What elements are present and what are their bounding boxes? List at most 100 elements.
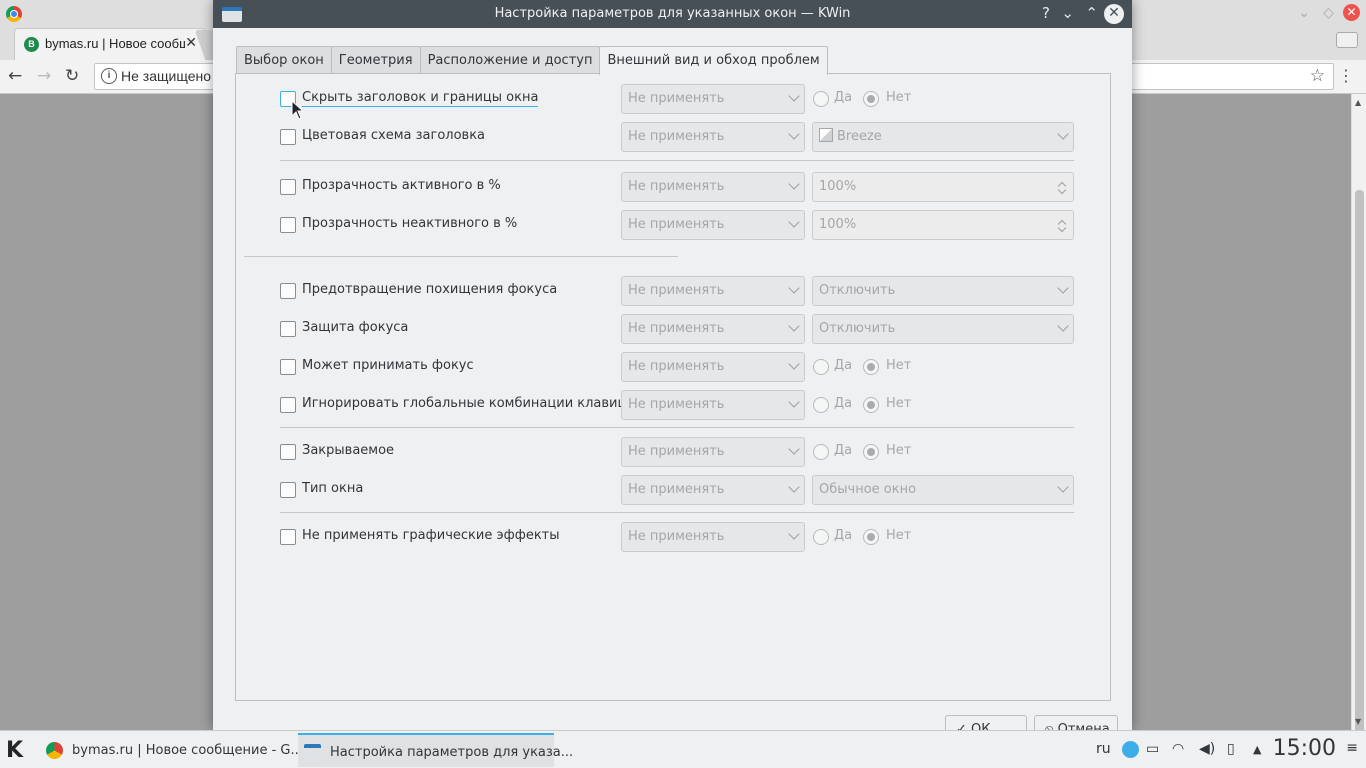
value-select[interactable]: Отключить (812, 314, 1074, 344)
policy-select[interactable]: Не применять (621, 390, 805, 420)
back-icon[interactable]: ← (8, 66, 22, 86)
chevron-down-icon (1057, 481, 1069, 493)
page-scrollbar[interactable]: ▲ ▼ (1351, 94, 1366, 768)
rule-checkbox[interactable] (280, 283, 296, 299)
keyboard-layout[interactable]: ru (1096, 741, 1111, 757)
ok-button-label: ОК (971, 722, 991, 730)
task-browser[interactable]: bymas.ru | Новое сообщение - G... (40, 733, 303, 767)
rule-checkbox[interactable] (280, 179, 296, 195)
browser-tab-title: bymas.ru | Новое сообщение (45, 36, 185, 51)
radio-yes-label: Да (834, 358, 853, 373)
policy-value: Не применять (628, 321, 725, 336)
policy-select[interactable]: Не применять (621, 437, 805, 467)
policy-select[interactable]: Не применять (621, 314, 805, 344)
tab-placement[interactable]: Расположение и доступ (419, 46, 601, 74)
window-type-select[interactable]: Обычное окно (812, 475, 1074, 505)
panel-menu-icon[interactable]: ≡ (1346, 740, 1358, 756)
info-icon[interactable]: i (101, 68, 117, 84)
dialog-titlebar[interactable]: Настройка параметров для указанных окон … (213, 0, 1132, 28)
radio-no[interactable] (863, 359, 879, 375)
radio-no[interactable] (863, 529, 879, 545)
rule-row-focus-stealing: Предотвращение похищения фокуса Не приме… (236, 276, 1112, 306)
tab-geometry[interactable]: Геометрия (330, 46, 421, 74)
policy-select[interactable]: Не применять (621, 352, 805, 382)
rule-checkbox[interactable] (280, 482, 296, 498)
rule-label: Цветовая схема заголовка (302, 128, 486, 143)
policy-select[interactable]: Не применять (621, 122, 805, 152)
radio-yes[interactable] (813, 529, 829, 545)
rule-checkbox[interactable] (280, 397, 296, 413)
tab-window-matching[interactable]: Выбор окон (236, 46, 332, 74)
restore-icon[interactable]: ◇ (1323, 5, 1334, 21)
policy-select[interactable]: Не применять (621, 210, 805, 240)
rule-row-titlebar-color: Цветовая схема заголовка Не применять Br… (236, 122, 1112, 152)
rule-checkbox[interactable] (280, 529, 296, 545)
tab-appearance[interactable]: Внешний вид и обход проблем (599, 46, 828, 75)
rule-label: Тип окна (302, 481, 364, 496)
opacity-value: 100% (819, 217, 857, 232)
opacity-spinbox[interactable]: 100% (812, 210, 1074, 240)
policy-select[interactable]: Не применять (621, 172, 805, 202)
scroll-up-icon[interactable]: ▲ (1355, 98, 1361, 107)
browser-menu-icon[interactable]: ⋮ (1338, 66, 1354, 85)
rule-checkbox[interactable] (280, 129, 296, 145)
wifi-icon[interactable]: ◠ (1172, 741, 1184, 757)
taskbar: K bymas.ru | Новое сообщение - G... Наст… (0, 730, 1366, 768)
cancel-button[interactable]: ⦸ Отмена (1034, 715, 1118, 730)
clipboard-icon[interactable]: ▯ (1227, 741, 1235, 757)
policy-select[interactable]: Не применять (621, 522, 805, 552)
radio-yes[interactable] (813, 444, 829, 460)
rule-checkbox[interactable] (280, 359, 296, 375)
clock[interactable]: 15:00 (1273, 736, 1336, 761)
updates-icon[interactable] (1122, 741, 1139, 758)
scroll-down-icon[interactable]: ▼ (1355, 717, 1361, 726)
rule-checkbox[interactable] (280, 217, 296, 233)
maximize-icon[interactable]: ⌃ (1085, 4, 1098, 22)
radio-no[interactable] (863, 444, 879, 460)
minimize-icon[interactable]: ⌄ (1298, 5, 1310, 21)
rule-label: Не применять графические эффекты (302, 528, 560, 543)
rule-row-no-border: Скрыть заголовок и границы окна Не приме… (236, 84, 1112, 114)
chevron-down-icon (1057, 128, 1069, 140)
select-value: Отключить (819, 321, 896, 336)
profile-icon[interactable] (1336, 32, 1358, 48)
browser-close-icon[interactable]: ✕ (1343, 4, 1360, 21)
opacity-spinbox[interactable]: 100% (812, 172, 1074, 202)
tray-expand-icon[interactable]: ▲ (1253, 743, 1261, 756)
kwin-rules-dialog: Настройка параметров для указанных окон … (213, 0, 1132, 730)
minimize-icon[interactable]: ⌄ (1061, 4, 1074, 22)
scrollbar-thumb[interactable] (1355, 190, 1364, 768)
radio-yes[interactable] (813, 397, 829, 413)
policy-value: Не применять (628, 482, 725, 497)
divider (280, 427, 1074, 428)
kde-launcher-icon[interactable]: K (6, 738, 23, 763)
radio-no[interactable] (863, 91, 879, 107)
help-icon[interactable]: ? (1042, 4, 1050, 22)
bookmark-star-icon[interactable]: ☆ (1310, 66, 1325, 86)
forward-icon[interactable]: → (37, 66, 51, 86)
radio-no-label: Нет (886, 443, 912, 458)
radio-yes[interactable] (813, 91, 829, 107)
rule-row-ignore-shortcuts: Игнорировать глобальные комбинации клави… (236, 390, 1112, 420)
radio-no[interactable] (863, 397, 879, 413)
chevron-down-icon (788, 216, 800, 228)
rule-checkbox[interactable] (280, 321, 296, 337)
rules-panel: Скрыть заголовок и границы окна Не приме… (235, 73, 1111, 701)
battery-icon[interactable]: ▭ (1146, 741, 1159, 757)
radio-yes[interactable] (813, 359, 829, 375)
policy-select[interactable]: Не применять (621, 475, 805, 505)
policy-select[interactable]: Не применять (621, 84, 805, 114)
policy-select[interactable]: Не применять (621, 276, 805, 306)
browser-tab[interactable]: B bymas.ru | Новое сообщение ✕ (14, 28, 206, 60)
window-app-icon (304, 744, 321, 761)
rule-checkbox[interactable] (280, 444, 296, 460)
close-tab-icon[interactable]: ✕ (185, 35, 197, 51)
close-icon[interactable]: ✕ (1104, 4, 1124, 24)
ok-button[interactable]: ✓ ОК (945, 715, 1027, 730)
reload-icon[interactable]: ↻ (65, 66, 79, 86)
task-kwin-rules[interactable]: Настройка параметров для указа... (298, 733, 573, 767)
color-scheme-select[interactable]: Breeze (812, 122, 1074, 152)
volume-icon[interactable]: ◀) (1199, 741, 1215, 757)
chevron-down-icon (788, 90, 800, 102)
value-select[interactable]: Отключить (812, 276, 1074, 306)
